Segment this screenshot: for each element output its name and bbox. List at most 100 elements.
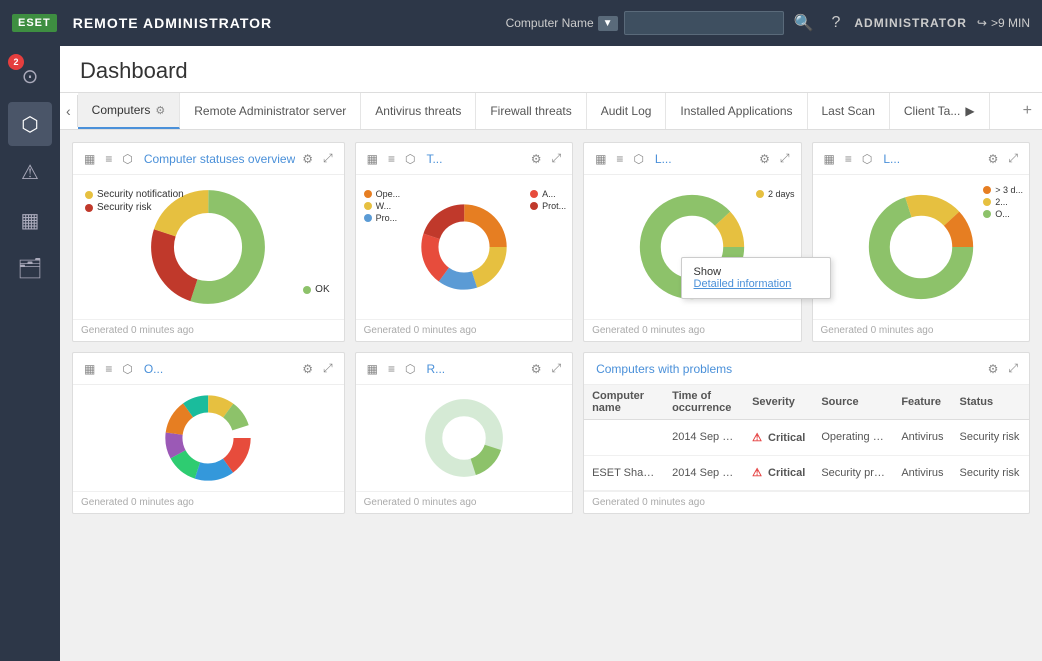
card-bar-view-icon[interactable]: ▦ [81,150,98,168]
user-label: ADMINISTRATOR [854,16,967,30]
label-o: O... [995,209,1010,219]
card4-settings-icon[interactable]: ⚙ [985,150,1002,168]
card5-settings-icon[interactable]: ⚙ [299,360,316,378]
card4-expand-icon[interactable]: ⤢ [1005,149,1021,168]
card-list-view-icon[interactable]: ≡ [102,150,115,168]
card-threats-footer: Generated 0 minutes ago [356,319,572,341]
card-r-footer: Generated 0 minutes ago [356,491,572,513]
card6-list-icon[interactable]: ≡ [385,360,398,378]
tab-scroll-right[interactable]: ▶ [965,104,974,118]
app-body: 2 ⊙ ⬡ ⚠ ▦ 🗂 Dashboard ‹ Computers ⚙ [0,46,1042,661]
computer-name-label: Computer Name [506,16,594,30]
card2-settings-icon[interactable]: ⚙ [528,150,545,168]
legend-3d: > 3 d... [983,185,1023,195]
card4-bar-icon[interactable]: ▦ [821,150,838,168]
problems-body: Computer name Time of occurrence Severit… [584,385,1029,513]
dot-2days [756,190,764,198]
sidebar-item-reports[interactable]: ▦ [8,198,52,242]
col-feature: Feature [893,385,951,420]
card6-export-icon[interactable]: ⬡ [402,360,418,378]
dot-pro [364,214,372,222]
tab-audit[interactable]: Audit Log [587,93,667,129]
computer-name-selector[interactable]: Computer Name ▼ [506,16,618,31]
card2-expand-icon[interactable]: ⤢ [548,149,564,168]
tab-scroll-left[interactable]: ‹ [60,95,78,127]
legend-ope: Ope... [364,189,401,199]
tab-last-scan[interactable]: Last Scan [808,93,890,129]
dashboard-icon: ⊙ [22,64,39,89]
card6-expand-icon[interactable]: ⤢ [548,359,564,378]
card5-export-icon[interactable]: ⬡ [119,360,135,378]
row1-time: 2014 Sep 26... [664,420,744,456]
table-row: 2014 Sep 26... ⚠ Critical Operating s...… [584,420,1029,456]
card-settings-icon[interactable]: ⚙ [299,150,316,168]
card2-bar-icon[interactable]: ▦ [364,150,381,168]
table-row: ESET Shared... 2014 Sep 25... ⚠ Critical… [584,455,1029,491]
tab-installed-apps[interactable]: Installed Applications [666,93,807,129]
chart-legend-left: Security notification Security risk [85,189,184,215]
card-export-icon[interactable]: ⬡ [119,150,135,168]
card-computer-statuses: ▦ ≡ ⬡ Computer statuses overview ⚙ ⤢ Sec… [72,142,345,342]
row2-source: Security pro... [813,455,893,491]
tab-client-tasks[interactable]: Client Ta... ▶ [890,93,990,129]
main-content: Dashboard ‹ Computers ⚙ Remote Administr… [60,46,1042,661]
help-button[interactable]: ? [827,10,844,36]
legend-prot: Prot... [530,201,566,211]
sidebar-item-computers[interactable]: ⬡ [8,102,52,146]
card3-bar-icon[interactable]: ▦ [592,150,609,168]
card4-list-icon[interactable]: ≡ [842,150,855,168]
card-last-scan: ▦ ≡ ⬡ L... ⚙ ⤢ 2 days [583,142,801,342]
row2-computer: ESET Shared... [584,455,664,491]
row1-severity-label: Critical [768,432,805,444]
tab-installed-apps-label: Installed Applications [680,104,792,118]
severity-icon-1: ⚠ [752,432,762,444]
search-input[interactable] [624,11,784,35]
computer-name-dropdown[interactable]: ▼ [598,16,618,31]
card-l2-footer: Generated 0 minutes ago [813,319,1029,341]
tab-computers-label: Computers [92,103,151,117]
sidebar-item-tasks[interactable]: 🗂 [8,246,52,290]
card-threats-header: ▦ ≡ ⬡ T... ⚙ ⤢ [356,143,572,175]
tab-ra-server[interactable]: Remote Administrator server [180,93,361,129]
dot-prot [530,202,538,210]
search-area: Computer Name ▼ 🔍 [506,9,818,37]
row1-severity: ⚠ Critical [744,420,813,456]
card-expand-icon[interactable]: ⤢ [320,149,336,168]
card5-expand-icon[interactable]: ⤢ [320,359,336,378]
card-last-scan-body: 2 days Show Detailed information [584,175,800,319]
col-severity: Severity [744,385,813,420]
tab-computers-gear[interactable]: ⚙ [155,104,165,117]
card6-bar-icon[interactable]: ▦ [364,360,381,378]
tab-antivirus[interactable]: Antivirus threats [361,93,476,129]
legend-o: O... [983,209,1023,219]
last-scan-legend: 2 days [756,189,795,201]
legend-label-notification: Security notification [97,189,184,200]
legend-w: W... [364,201,401,211]
card2-export-icon[interactable]: ⬡ [402,150,418,168]
threats-donut [419,202,509,292]
card-problems-expand-icon[interactable]: ⤢ [1005,359,1021,378]
row2-feature: Antivirus [893,455,951,491]
card5-bar-icon[interactable]: ▦ [81,360,98,378]
tooltip-detail-link[interactable]: Detailed information [694,278,792,290]
tab-add-button[interactable]: + [1013,94,1042,128]
card3-list-icon[interactable]: ≡ [613,150,626,168]
card5-list-icon[interactable]: ≡ [102,360,115,378]
legend-dot-ok [303,286,311,294]
card6-settings-icon[interactable]: ⚙ [528,360,545,378]
card-problems-header: Computers with problems ⚙ ⤢ [584,353,1029,385]
legend-security-risk: Security risk [85,202,184,213]
card2-list-icon[interactable]: ≡ [385,150,398,168]
search-button[interactable]: 🔍 [790,9,818,37]
card3-expand-icon[interactable]: ⤢ [777,149,793,168]
card3-settings-icon[interactable]: ⚙ [756,150,773,168]
navbar: ESET REMOTE ADMINISTRATOR Computer Name … [0,0,1042,46]
card4-export-icon[interactable]: ⬡ [859,150,875,168]
tab-firewall[interactable]: Firewall threats [476,93,586,129]
l2-legend: > 3 d... 2... O... [983,185,1023,221]
col-computer-name: Computer name [584,385,664,420]
sidebar-item-alerts[interactable]: ⚠ [8,150,52,194]
card3-export-icon[interactable]: ⬡ [630,150,646,168]
card-problems-settings-icon[interactable]: ⚙ [985,360,1002,378]
tab-computers[interactable]: Computers ⚙ [78,93,181,129]
